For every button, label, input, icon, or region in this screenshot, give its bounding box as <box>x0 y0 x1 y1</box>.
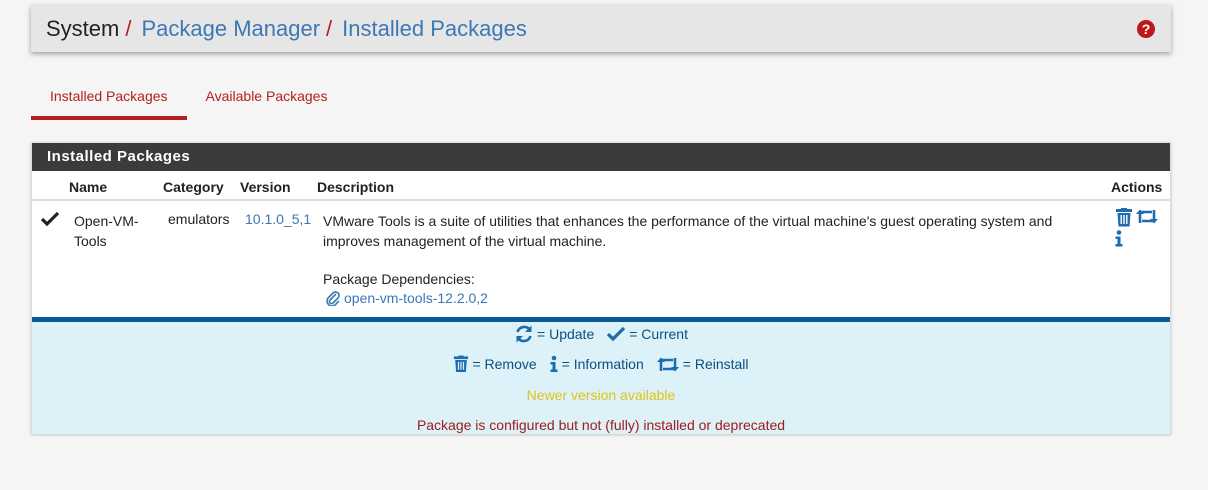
column-version: Version <box>240 179 291 195</box>
package-version[interactable]: 10.1.0_5,1 <box>245 211 311 227</box>
legend-information-label: = Information <box>561 356 644 372</box>
dependencies-label: Package Dependencies: <box>323 271 475 287</box>
trash-icon <box>454 355 469 372</box>
paperclip-icon <box>326 291 340 306</box>
package-category: emulators <box>168 211 230 227</box>
legend-information: = Information <box>549 355 644 373</box>
legend-current-label: = Current <box>629 326 688 342</box>
info-icon <box>550 355 558 372</box>
legend-current: = Current <box>606 325 688 343</box>
retweet-icon <box>656 357 679 371</box>
retweet-icon[interactable] <box>1135 208 1159 225</box>
legend-reinstall-label: = Reinstall <box>682 356 749 372</box>
breadcrumb-package-manager[interactable]: Package Manager <box>141 16 320 42</box>
breadcrumb-root: System <box>46 15 120 41</box>
column-actions: Actions <box>1111 179 1163 195</box>
package-description: VMware Tools is a suite of utilities tha… <box>323 213 1053 249</box>
refresh-icon <box>516 325 532 343</box>
legend-deprecated: Package is configured but not (fully) in… <box>416 417 786 433</box>
column-name: Name <box>69 179 108 195</box>
dependency-link[interactable]: open-vm-tools-12.2.0,2 <box>325 290 488 306</box>
column-description: Description <box>317 179 395 195</box>
legend-update: = Update <box>514 324 594 344</box>
breadcrumb-installed-packages[interactable]: Installed Packages <box>342 16 527 42</box>
info-icon[interactable] <box>1114 230 1124 247</box>
legend-reinstall: = Reinstall <box>656 356 749 373</box>
package-name: Open-VM-Tools <box>74 213 139 249</box>
trash-icon[interactable] <box>1115 208 1133 227</box>
tab-installed-packages[interactable]: Installed Packages <box>31 76 187 120</box>
breadcrumb-separator: / <box>326 15 333 41</box>
table-header: Name Category Version Description Action… <box>32 171 1170 201</box>
tab-available-packages[interactable]: Available Packages <box>187 76 347 120</box>
panel-title: Installed Packages <box>32 143 1170 171</box>
column-category: Category <box>163 179 224 195</box>
legend-newer-version: Newer version available <box>526 387 676 403</box>
tab-bar: Installed Packages Available Packages <box>31 76 346 122</box>
legend-remove: = Remove <box>453 355 537 373</box>
installed-packages-panel: Installed Packages Name Category Version… <box>31 142 1171 434</box>
legend-line-2: = Remove = Information = Reinstall <box>32 355 1170 373</box>
breadcrumb: System / Package Manager / Installed Pac… <box>31 5 1171 52</box>
check-icon <box>40 211 60 227</box>
dependency-name[interactable]: open-vm-tools-12.2.0,2 <box>344 290 488 306</box>
question-circle-icon[interactable]: ? <box>1137 20 1155 38</box>
legend-update-label: = Update <box>537 326 595 342</box>
breadcrumb-separator: / <box>125 15 132 41</box>
legend-remove-label: = Remove <box>472 356 537 372</box>
legend-line-1: = Update = Current <box>32 324 1170 344</box>
legend: = Update = Current = Remove = Informatio… <box>32 317 1170 434</box>
check-icon <box>607 326 626 342</box>
